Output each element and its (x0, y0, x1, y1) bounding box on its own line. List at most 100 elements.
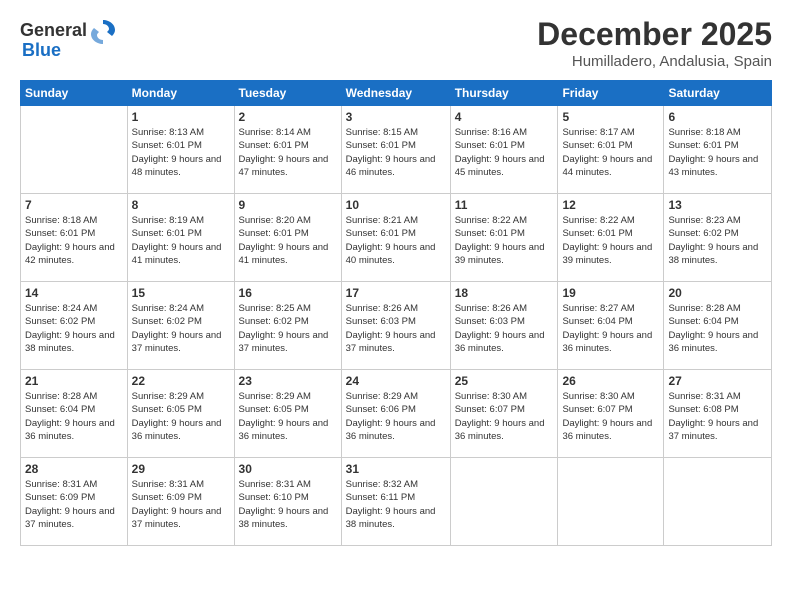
day-number: 12 (562, 198, 659, 212)
day-info: Sunrise: 8:27 AMSunset: 6:04 PMDaylight:… (562, 302, 659, 355)
calendar-cell: 12 Sunrise: 8:22 AMSunset: 6:01 PMDayligh… (558, 194, 664, 282)
day-info: Sunrise: 8:14 AMSunset: 6:01 PMDaylight:… (239, 126, 337, 179)
header-saturday: Saturday (664, 81, 772, 106)
day-info: Sunrise: 8:31 AMSunset: 6:09 PMDaylight:… (25, 478, 123, 531)
day-info: Sunrise: 8:17 AMSunset: 6:01 PMDaylight:… (562, 126, 659, 179)
logo-blue: Blue (22, 40, 61, 61)
calendar-week-2: 7 Sunrise: 8:18 AMSunset: 6:01 PMDaylight… (21, 194, 772, 282)
calendar-table: Sunday Monday Tuesday Wednesday Thursday… (20, 80, 772, 546)
day-number: 5 (562, 110, 659, 124)
calendar-cell: 7 Sunrise: 8:18 AMSunset: 6:01 PMDaylight… (21, 194, 128, 282)
day-number: 14 (25, 286, 123, 300)
day-info: Sunrise: 8:18 AMSunset: 6:01 PMDaylight:… (668, 126, 767, 179)
calendar-cell: 15 Sunrise: 8:24 AMSunset: 6:02 PMDayligh… (127, 282, 234, 370)
day-number: 6 (668, 110, 767, 124)
day-info: Sunrise: 8:28 AMSunset: 6:04 PMDaylight:… (25, 390, 123, 443)
day-number: 13 (668, 198, 767, 212)
calendar-cell: 11 Sunrise: 8:22 AMSunset: 6:01 PMDayligh… (450, 194, 558, 282)
calendar-cell: 30Sunrise: 8:31 AMSunset: 6:10 PMDayligh… (234, 458, 341, 546)
calendar-cell: 21 Sunrise: 8:28 AMSunset: 6:04 PMDayligh… (21, 370, 128, 458)
calendar-cell (664, 458, 772, 546)
calendar-cell: 26 Sunrise: 8:30 AMSunset: 6:07 PMDayligh… (558, 370, 664, 458)
day-number: 10 (346, 198, 446, 212)
day-info: Sunrise: 8:30 AMSunset: 6:07 PMDaylight:… (562, 390, 659, 443)
header-sunday: Sunday (21, 81, 128, 106)
calendar-cell: 20Sunrise: 8:28 AMSunset: 6:04 PMDayligh… (664, 282, 772, 370)
day-number: 18 (455, 286, 554, 300)
day-info: Sunrise: 8:22 AMSunset: 6:01 PMDaylight:… (562, 214, 659, 267)
month-title: December 2025 (537, 16, 772, 53)
day-number: 29 (132, 462, 230, 476)
calendar-cell: 8 Sunrise: 8:19 AMSunset: 6:01 PMDaylight… (127, 194, 234, 282)
day-number: 21 (25, 374, 123, 388)
day-number: 2 (239, 110, 337, 124)
calendar-cell: 2 Sunrise: 8:14 AMSunset: 6:01 PMDaylight… (234, 106, 341, 194)
day-info: Sunrise: 8:29 AMSunset: 6:05 PMDaylight:… (239, 390, 337, 443)
calendar-cell: 4 Sunrise: 8:16 AMSunset: 6:01 PMDaylight… (450, 106, 558, 194)
day-number: 7 (25, 198, 123, 212)
day-number: 11 (455, 198, 554, 212)
day-info: Sunrise: 8:31 AMSunset: 6:08 PMDaylight:… (668, 390, 767, 443)
calendar-cell: 28 Sunrise: 8:31 AMSunset: 6:09 PMDayligh… (21, 458, 128, 546)
day-number: 17 (346, 286, 446, 300)
day-info: Sunrise: 8:24 AMSunset: 6:02 PMDaylight:… (25, 302, 123, 355)
day-number: 26 (562, 374, 659, 388)
day-info: Sunrise: 8:20 AMSunset: 6:01 PMDaylight:… (239, 214, 337, 267)
day-number: 4 (455, 110, 554, 124)
day-info: Sunrise: 8:30 AMSunset: 6:07 PMDaylight:… (455, 390, 554, 443)
day-info: Sunrise: 8:29 AMSunset: 6:06 PMDaylight:… (346, 390, 446, 443)
day-info: Sunrise: 8:21 AMSunset: 6:01 PMDaylight:… (346, 214, 446, 267)
calendar-week-4: 21 Sunrise: 8:28 AMSunset: 6:04 PMDayligh… (21, 370, 772, 458)
header-thursday: Thursday (450, 81, 558, 106)
header-tuesday: Tuesday (234, 81, 341, 106)
day-info: Sunrise: 8:25 AMSunset: 6:02 PMDaylight:… (239, 302, 337, 355)
calendar-cell: 29 Sunrise: 8:31 AMSunset: 6:09 PMDayligh… (127, 458, 234, 546)
location-title: Humilladero, Andalusia, Spain (537, 53, 772, 70)
calendar-cell: 13 Sunrise: 8:23 AMSunset: 6:02 PMDayligh… (664, 194, 772, 282)
calendar-cell: 19 Sunrise: 8:27 AMSunset: 6:04 PMDayligh… (558, 282, 664, 370)
day-number: 27 (668, 374, 767, 388)
day-info: Sunrise: 8:22 AMSunset: 6:01 PMDaylight:… (455, 214, 554, 267)
calendar-week-5: 28 Sunrise: 8:31 AMSunset: 6:09 PMDayligh… (21, 458, 772, 546)
day-number: 22 (132, 374, 230, 388)
day-info: Sunrise: 8:18 AMSunset: 6:01 PMDaylight:… (25, 214, 123, 267)
calendar-cell (558, 458, 664, 546)
day-number: 9 (239, 198, 337, 212)
day-number: 15 (132, 286, 230, 300)
calendar-cell: 25 Sunrise: 8:30 AMSunset: 6:07 PMDayligh… (450, 370, 558, 458)
calendar-cell (450, 458, 558, 546)
day-number: 1 (132, 110, 230, 124)
day-number: 23 (239, 374, 337, 388)
day-number: 28 (25, 462, 123, 476)
calendar-cell (21, 106, 128, 194)
calendar-cell: 22 Sunrise: 8:29 AMSunset: 6:05 PMDayligh… (127, 370, 234, 458)
day-info: Sunrise: 8:29 AMSunset: 6:05 PMDaylight:… (132, 390, 230, 443)
day-number: 19 (562, 286, 659, 300)
page: General Blue December 2025 Humilladero, … (0, 0, 792, 612)
day-number: 8 (132, 198, 230, 212)
day-number: 31 (346, 462, 446, 476)
calendar-cell: 16Sunrise: 8:25 AMSunset: 6:02 PMDayligh… (234, 282, 341, 370)
day-info: Sunrise: 8:31 AMSunset: 6:09 PMDaylight:… (132, 478, 230, 531)
header-wednesday: Wednesday (341, 81, 450, 106)
logo-icon (89, 16, 117, 44)
day-info: Sunrise: 8:23 AMSunset: 6:02 PMDaylight:… (668, 214, 767, 267)
day-info: Sunrise: 8:15 AMSunset: 6:01 PMDaylight:… (346, 126, 446, 179)
calendar-cell: 5 Sunrise: 8:17 AMSunset: 6:01 PMDaylight… (558, 106, 664, 194)
day-info: Sunrise: 8:19 AMSunset: 6:01 PMDaylight:… (132, 214, 230, 267)
logo: General Blue (20, 16, 117, 61)
day-number: 25 (455, 374, 554, 388)
calendar-cell: 17Sunrise: 8:26 AMSunset: 6:03 PMDayligh… (341, 282, 450, 370)
day-info: Sunrise: 8:24 AMSunset: 6:02 PMDaylight:… (132, 302, 230, 355)
calendar-cell: 31Sunrise: 8:32 AMSunset: 6:11 PMDayligh… (341, 458, 450, 546)
calendar-cell: 14 Sunrise: 8:24 AMSunset: 6:02 PMDayligh… (21, 282, 128, 370)
day-info: Sunrise: 8:28 AMSunset: 6:04 PMDaylight:… (668, 302, 767, 355)
day-number: 30 (239, 462, 337, 476)
calendar-cell: 10 Sunrise: 8:21 AMSunset: 6:01 PMDayligh… (341, 194, 450, 282)
calendar-cell: 23 Sunrise: 8:29 AMSunset: 6:05 PMDayligh… (234, 370, 341, 458)
day-number: 24 (346, 374, 446, 388)
day-info: Sunrise: 8:16 AMSunset: 6:01 PMDaylight:… (455, 126, 554, 179)
day-info: Sunrise: 8:13 AMSunset: 6:01 PMDaylight:… (132, 126, 230, 179)
calendar-cell: 27 Sunrise: 8:31 AMSunset: 6:08 PMDayligh… (664, 370, 772, 458)
calendar-cell: 6 Sunrise: 8:18 AMSunset: 6:01 PMDaylight… (664, 106, 772, 194)
